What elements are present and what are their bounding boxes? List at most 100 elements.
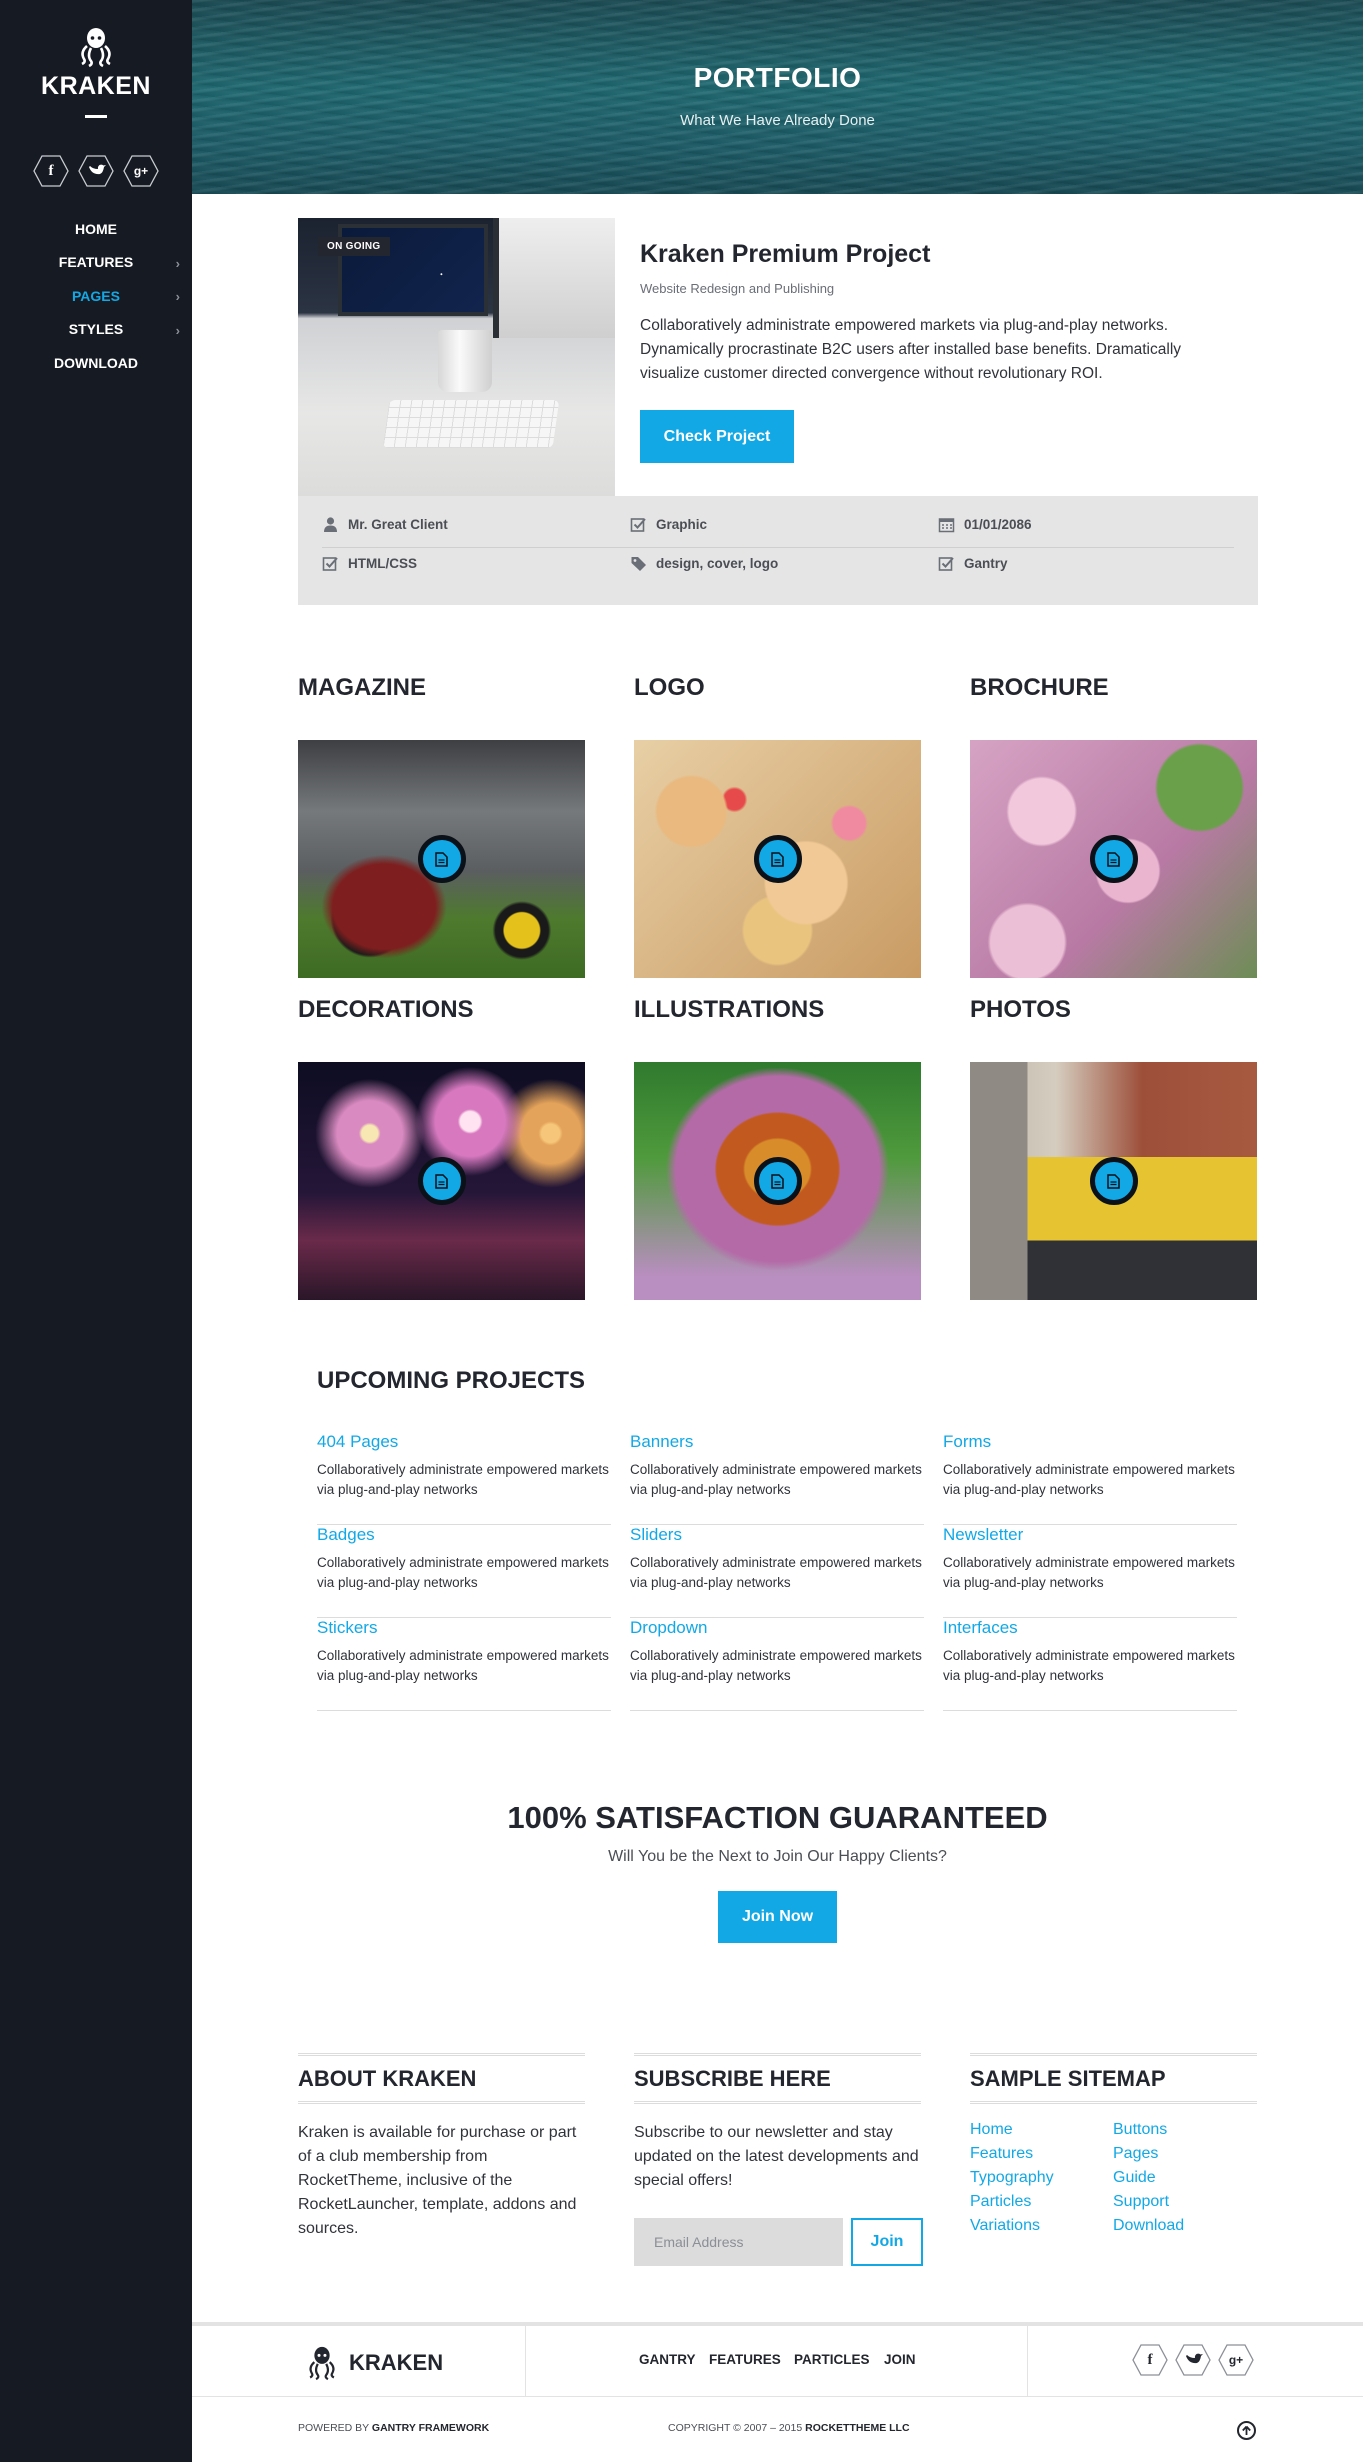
project-desc: Collaboratively administrate empowered m… [630,1555,922,1590]
email-field[interactable]: Email Address [634,2218,843,2266]
footer-nav-features[interactable]: FEATURES [709,2352,781,2367]
status-badge: ON GOING [318,237,390,256]
nav-item-styles[interactable]: STYLES › [0,313,192,347]
sitemap-link-home[interactable]: Home [970,2121,1013,2139]
check-project-button[interactable]: Check Project [640,410,794,463]
project-link[interactable]: Forms [943,1432,1237,1452]
category-image-logo[interactable] [634,740,921,978]
project-link[interactable]: Stickers [317,1618,611,1638]
section-title-upcoming: UPCOMING PROJECTS [317,1367,586,1394]
column-rule [634,2101,921,2104]
project-desc: Collaboratively administrate empowered m… [317,1648,609,1683]
project-link[interactable]: Dropdown [630,1618,924,1638]
sitemap-link-support[interactable]: Support [1113,2193,1169,2211]
join-now-button[interactable]: Join Now [718,1891,837,1943]
meta-text: Graphic [656,517,708,532]
powered-by: POWERED BY GANTRY FRAMEWORK [298,2422,489,2434]
nav-item-download[interactable]: DOWNLOAD [0,346,192,380]
nav-label: DOWNLOAD [54,354,138,371]
category-image-magazine[interactable] [298,740,585,978]
project-link[interactable]: 404 Pages [317,1432,611,1452]
sitemap-link-buttons[interactable]: Buttons [1113,2121,1167,2139]
footer-logo[interactable]: KRAKEN [305,2344,443,2382]
category-image-illustrations[interactable] [634,1062,921,1300]
category-image-photos[interactable] [970,1062,1257,1300]
column-rule [970,2101,1257,2104]
sitemap-link-typography[interactable]: Typography [970,2169,1054,2187]
copyright-link[interactable]: ROCKETTHEME LLC [805,2422,909,2434]
project-desc: Collaboratively administrate empowered m… [630,1648,922,1683]
document-icon[interactable] [1089,1157,1138,1205]
column-rule [298,2101,585,2104]
category-title-decorations: DECORATIONS [298,996,474,1023]
category-title-illustrations: ILLUSTRATIONS [634,996,825,1023]
checkbox-icon [938,557,954,571]
copyright: COPYRIGHT © 2007 – 2015 ROCKETTHEME LLC [668,2422,910,2434]
sitemap-link-pages[interactable]: Pages [1113,2145,1158,2163]
nav-item-home[interactable]: HOME [0,212,192,246]
category-image-decorations[interactable] [298,1062,585,1300]
twitter-link[interactable] [1175,2344,1211,2376]
category-title-brochure: BROCHURE [970,674,1109,701]
subscribe-title: SUBSCRIBE HERE [634,2066,831,2091]
facebook-link[interactable]: f [1132,2344,1168,2376]
footer-nav-particles[interactable]: PARTICLES [794,2352,870,2367]
sitemap-link-particles[interactable]: Particles [970,2193,1031,2211]
document-icon[interactable] [753,835,802,883]
meta-framework: Gantry [938,555,1008,572]
list-item: Sliders Collaboratively administrate emp… [630,1525,924,1618]
cta-subtitle: Will You be the Next to Join Our Happy C… [608,1848,947,1865]
project-link[interactable]: Newsletter [943,1525,1237,1545]
twitter-link[interactable] [78,155,114,187]
subscribe-join-button[interactable]: Join [851,2218,923,2266]
meta-date: 01/01/2086 [938,516,1032,533]
google-plus-icon: g+ [1228,2353,1244,2367]
sitemap-link-features[interactable]: Features [970,2145,1033,2163]
arrow-up-icon [1242,2425,1251,2435]
list-item: Newsletter Collaboratively administrate … [943,1525,1237,1618]
list-item: Forms Collaboratively administrate empow… [943,1432,1237,1525]
sidebar-social-links: f g+ [0,155,192,187]
sitemap-link-variations[interactable]: Variations [970,2217,1040,2235]
project-desc: Collaboratively administrate empowered m… [630,1462,922,1497]
category-title-magazine: MAGAZINE [298,674,426,701]
project-link[interactable]: Banners [630,1432,924,1452]
footer-brand-name: KRAKEN [349,2350,444,2375]
document-icon[interactable] [417,835,466,883]
meta-text: 01/01/2086 [964,517,1032,532]
project-title: Kraken Premium Project [640,240,931,268]
nav-label: HOME [75,220,117,237]
featured-project-image[interactable] [298,218,615,497]
sitemap-title: SAMPLE SITEMAP [970,2066,1166,2091]
google-plus-link[interactable]: g+ [123,155,159,187]
sitemap-link-download[interactable]: Download [1113,2217,1184,2235]
sidebar-nav: HOME FEATURES › PAGES › STYLES › DOWNLOAD [0,212,192,380]
project-link[interactable]: Badges [317,1525,611,1545]
category-image-brochure[interactable] [970,740,1257,978]
brand-logo[interactable]: KRAKEN [0,26,192,118]
back-to-top-button[interactable] [1237,2421,1256,2440]
project-link[interactable]: Interfaces [943,1618,1237,1638]
twitter-icon [1186,2353,1203,2364]
document-icon[interactable] [1089,835,1138,883]
subscribe-text: Subscribe to our newsletter and stay upd… [634,2124,919,2189]
nav-label: FEATURES [58,254,134,271]
project-link[interactable]: Sliders [630,1525,924,1545]
list-item: Dropdown Collaboratively administrate em… [630,1618,924,1711]
google-plus-link[interactable]: g+ [1218,2344,1254,2376]
octopus-logo-icon [81,28,111,68]
document-icon[interactable] [753,1157,802,1205]
list-item: Banners Collaboratively administrate emp… [630,1432,924,1525]
nav-item-pages[interactable]: PAGES › [0,279,192,313]
footer-nav-join[interactable]: JOIN [884,2352,916,2367]
footer-nav-gantry[interactable]: GANTRY [639,2352,696,2367]
document-icon[interactable] [417,1157,466,1205]
hero-banner: PORTFOLIO What We Have Already Done [192,0,1363,194]
sitemap-link-guide[interactable]: Guide [1113,2169,1156,2187]
checkbox-icon [322,557,338,571]
cta-title: 100% SATISFACTION GUARANTEED [507,1800,1048,1835]
page-subtitle: What We Have Already Done [680,112,875,129]
facebook-link[interactable]: f [33,155,69,187]
powered-link[interactable]: GANTRY FRAMEWORK [372,2422,489,2434]
nav-item-features[interactable]: FEATURES › [0,246,192,280]
